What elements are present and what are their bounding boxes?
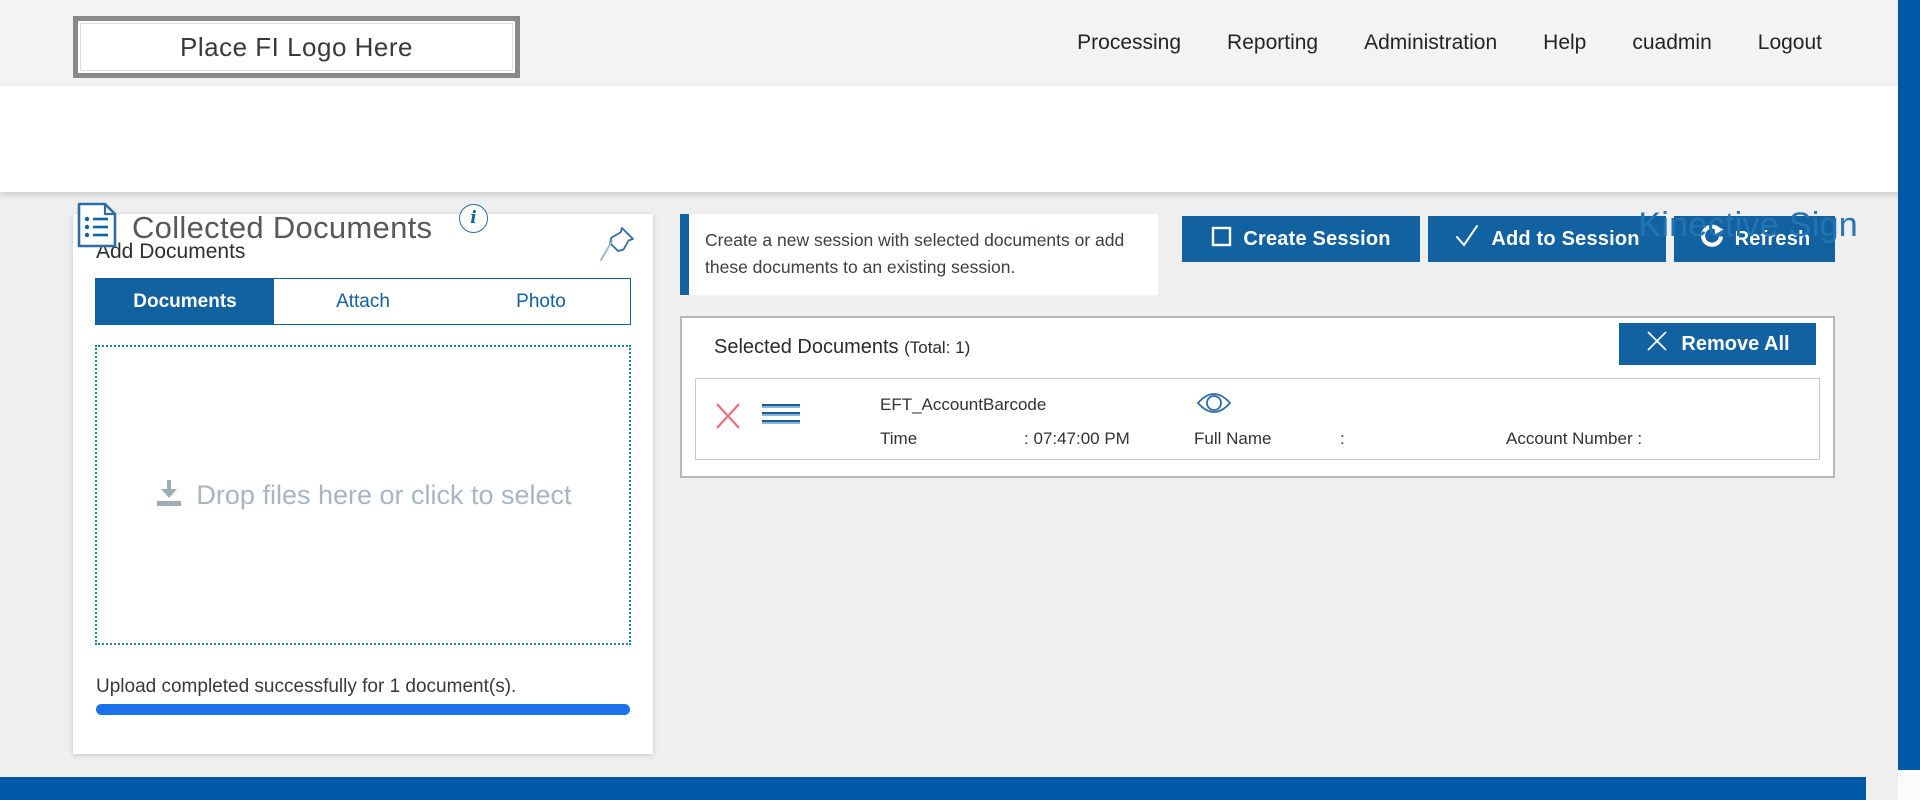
file-dropzone[interactable]: Drop files here or click to select <box>95 345 631 645</box>
time-label: Time <box>880 429 917 449</box>
add-documents-tabs: Documents Attach Photo <box>95 278 631 325</box>
download-icon <box>154 477 184 514</box>
upload-progress-fill <box>96 704 630 715</box>
drag-handle-icon[interactable] <box>762 404 800 428</box>
session-banner-text: Create a new session with selected docum… <box>705 230 1124 277</box>
selected-documents-total: (Total: 1) <box>904 338 970 357</box>
right-strip-bottom <box>1898 770 1920 800</box>
nav-item-processing[interactable]: Processing <box>1077 31 1181 55</box>
footer-bar <box>0 777 1866 800</box>
page-header: Collected Documents i Kinective Sign <box>0 86 1920 192</box>
right-scroll-strip[interactable] <box>1898 0 1920 770</box>
add-documents-panel: Add Documents Documents Attach Photo Dro… <box>73 214 653 754</box>
preview-eye-icon[interactable] <box>1194 387 1234 424</box>
nav-item-reporting[interactable]: Reporting <box>1227 31 1318 55</box>
account-number-label: Account Number : <box>1506 429 1642 449</box>
document-name: EFT_AccountBarcode <box>880 395 1046 415</box>
info-icon[interactable]: i <box>459 204 488 233</box>
nav-item-help[interactable]: Help <box>1543 31 1586 55</box>
pin-icon[interactable] <box>595 222 639 271</box>
full-name-value: : <box>1340 429 1345 449</box>
main-nav: Processing Reporting Administration Help… <box>1077 0 1822 86</box>
page-title: Collected Documents <box>132 210 432 246</box>
upload-progress-track <box>96 704 630 715</box>
remove-all-button[interactable]: Remove All <box>1619 323 1816 365</box>
session-banner: Create a new session with selected docum… <box>680 214 1158 295</box>
remove-document-icon[interactable] <box>714 401 742 436</box>
full-name-label: Full Name <box>1194 429 1271 449</box>
collected-documents-icon <box>76 202 118 253</box>
time-value: : 07:47:00 PM <box>1024 429 1130 449</box>
upload-status-text: Upload completed successfully for 1 docu… <box>96 676 516 698</box>
check-icon <box>1454 224 1480 254</box>
document-row: EFT_AccountBarcode Time : 07:47:00 PM Fu… <box>695 378 1820 460</box>
close-icon <box>1645 329 1669 359</box>
nav-item-logout[interactable]: Logout <box>1758 31 1822 55</box>
selected-documents-panel: Selected Documents (Total: 1) Remove All… <box>680 316 1835 478</box>
nav-item-administration[interactable]: Administration <box>1364 31 1497 55</box>
create-session-button[interactable]: Create Session <box>1182 216 1420 262</box>
fi-logo-placeholder: Place FI Logo Here <box>73 16 520 78</box>
selected-documents-title: Selected Documents (Total: 1) <box>714 336 970 359</box>
tab-photo[interactable]: Photo <box>452 279 630 324</box>
fi-logo-text: Place FI Logo Here <box>180 32 413 63</box>
nav-item-cuadmin[interactable]: cuadmin <box>1632 31 1711 55</box>
tab-documents[interactable]: Documents <box>96 279 274 324</box>
app-name: Kinective Sign <box>1638 206 1858 245</box>
add-to-session-button[interactable]: Add to Session <box>1428 216 1666 262</box>
tab-attach[interactable]: Attach <box>274 279 452 324</box>
top-bar: Place FI Logo Here Processing Reporting … <box>0 0 1920 86</box>
square-icon <box>1211 226 1232 253</box>
dropzone-text: Drop files here or click to select <box>196 480 571 511</box>
